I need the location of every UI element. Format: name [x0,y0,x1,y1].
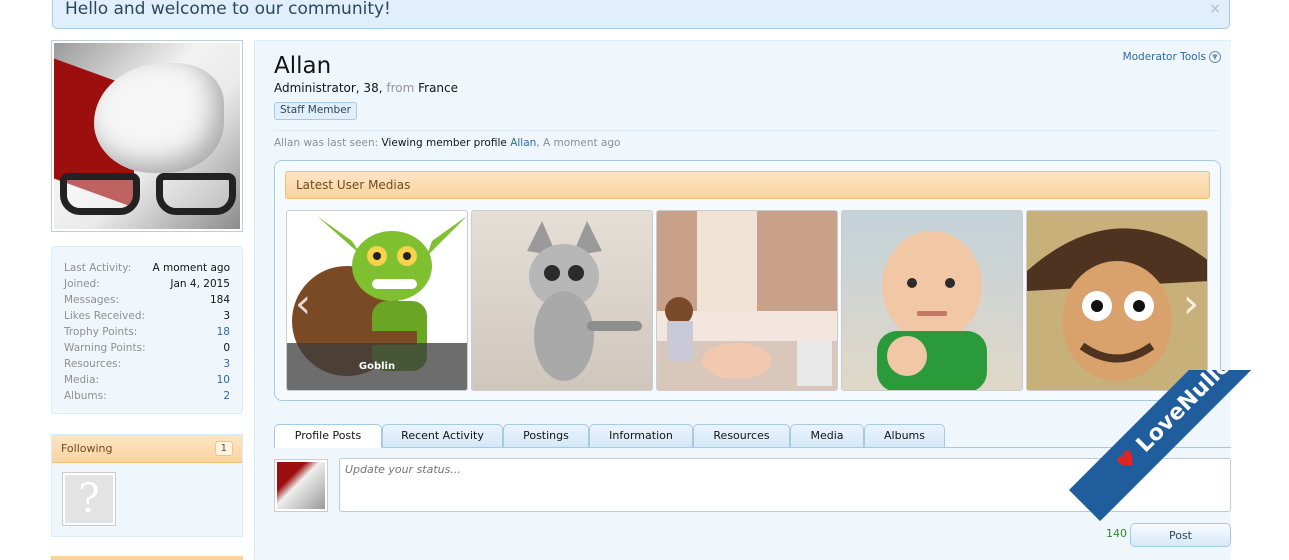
tab-media[interactable]: Media [790,424,864,448]
media-carousel: Goblin ‹ › [286,210,1208,391]
tab-postings[interactable]: Postings [503,424,589,448]
latest-medias-block: Latest User Medias Goblin ‹ › [274,160,1221,401]
status-input[interactable] [339,458,1231,512]
carousel-next-icon[interactable]: › [1183,281,1199,327]
default-avatar-icon: ? [65,475,113,523]
stat-label: Likes Received: [64,310,146,322]
baby-image [877,231,987,390]
following-block: Following 1 ? [51,434,243,537]
kids-image [657,211,837,390]
profile-avatar[interactable] [51,40,243,232]
tab-resources[interactable]: Resources [693,424,790,448]
moderator-tools-menu[interactable]: Moderator Tools ▼ [1123,51,1221,63]
following-header: Following 1 [52,435,242,463]
stat-label: Resources: [64,358,122,370]
close-icon[interactable]: × [1209,1,1221,17]
moderator-tools-label: Moderator Tools [1122,51,1206,63]
media-thumb-baby[interactable] [841,210,1023,391]
divider [274,130,1220,131]
stat-label: Albums: [64,390,107,402]
user-role: Administrator, 38, [274,81,383,95]
last-seen-prefix: Allan was last seen: [274,137,379,149]
stat-value: Jan 4, 2015 [170,278,230,290]
stat-row: Joined: Jan 4, 2015 [64,276,230,292]
stat-row: Media: 10 [64,372,230,388]
welcome-notice-text: Hello and welcome to our community! [65,0,391,19]
media-thumb-goblin[interactable]: Goblin ‹ [286,210,468,391]
stat-label: Media: [64,374,100,386]
stat-row: Resources: 3 [64,356,230,372]
page-gutter [0,0,31,560]
media-thumb-cat[interactable] [471,210,653,391]
avatar-image [54,43,240,229]
next-block-header [51,556,243,560]
status-avatar[interactable] [274,459,328,512]
media-thumb-pirate[interactable]: › [1026,210,1208,391]
media-caption: Goblin [287,343,467,390]
stat-row: Likes Received: 3 [64,308,230,324]
profile-stats: Last Activity: A moment ago Joined: Jan 4,… [51,246,243,414]
last-seen-action: Viewing member profile [381,137,507,149]
last-seen-link[interactable]: Allan [510,137,536,149]
stat-label: Joined: [64,278,100,290]
from-label: from [386,81,415,95]
post-status-button[interactable]: Post [1130,523,1231,547]
tab-recent-activity[interactable]: Recent Activity [382,424,503,448]
last-seen: Allan was last seen: Viewing member prof… [274,137,620,149]
profile-subtitle: Administrator, 38, from France [274,81,458,95]
welcome-notice: Hello and welcome to our community! × [52,0,1230,29]
stat-row: Warning Points: 0 [64,340,230,356]
stat-row: Last Activity: A moment ago [64,260,230,276]
profile-tabs: Profile Posts Recent Activity Postings I… [274,424,1231,448]
stat-label: Last Activity: [64,262,132,274]
avatar-image [277,462,325,509]
last-seen-time: , A moment ago [536,137,621,149]
stat-value: 3 [223,310,230,322]
profile-username: Allan [274,53,332,79]
media-thumb-kids[interactable] [656,210,838,391]
chevron-down-icon: ▼ [1209,51,1221,63]
cat-image [527,221,642,381]
stat-label: Messages: [64,294,120,306]
stat-value: 184 [209,294,230,306]
following-count[interactable]: 1 [214,441,233,456]
stat-value-link[interactable]: 2 [223,388,230,404]
stat-label: Warning Points: [64,342,146,354]
pirate-image [1027,228,1207,381]
staff-member-badge: Staff Member [274,102,357,120]
stat-label: Trophy Points: [64,326,138,338]
latest-medias-title: Latest User Medias [285,171,1210,199]
stat-value-link[interactable]: 18 [217,324,230,340]
tab-profile-posts[interactable]: Profile Posts [274,424,382,448]
stat-row: Albums: 2 [64,388,230,404]
stat-value: 0 [223,342,230,354]
stat-value-link[interactable]: 10 [217,372,230,388]
tab-information[interactable]: Information [589,424,693,448]
following-title: Following [61,442,113,455]
followed-user-avatar[interactable]: ? [62,472,116,526]
stat-row: Messages: 184 [64,292,230,308]
user-location[interactable]: France [418,81,458,95]
tab-albums[interactable]: Albums [864,424,945,448]
status-char-count: 140 [1106,527,1127,540]
stat-value: A moment ago [152,262,231,274]
stat-value-link[interactable]: 3 [223,356,230,372]
carousel-prev-icon[interactable]: ‹ [295,281,311,327]
stat-row: Trophy Points: 18 [64,324,230,340]
